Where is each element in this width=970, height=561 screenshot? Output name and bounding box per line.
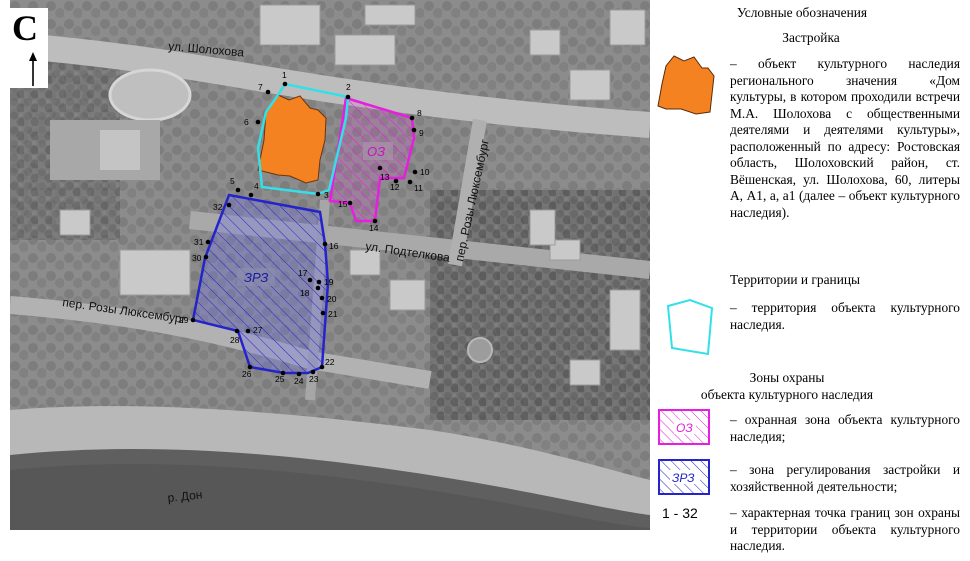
point-label-14: 14 <box>369 223 379 233</box>
point-label-28: 28 <box>230 335 240 345</box>
point-label-29: 29 <box>179 315 189 325</box>
point-label-2: 2 <box>346 82 351 92</box>
point-label-18: 18 <box>300 288 310 298</box>
point-label-22: 22 <box>325 357 335 367</box>
point-label-25: 25 <box>275 374 285 384</box>
point-marker-29 <box>190 317 196 323</box>
point-marker-32 <box>226 202 232 208</box>
point-marker-22 <box>319 364 325 370</box>
point-label-21: 21 <box>328 309 338 319</box>
point-marker-1 <box>282 81 288 87</box>
point-label-20: 20 <box>327 294 337 304</box>
point-marker-18 <box>315 285 321 291</box>
point-marker-28 <box>234 328 240 334</box>
point-marker-30 <box>203 254 209 260</box>
point-label-7: 7 <box>258 82 263 92</box>
legend-zones-heading: Зоны охраны объекта культурного наследия <box>700 370 874 402</box>
point-label-24: 24 <box>294 376 304 386</box>
point-marker-17 <box>307 277 313 283</box>
legend-points-text: – характерная точка границ зон охраны и … <box>730 505 960 553</box>
legend-building-text: – объект культурного наследия региональн… <box>730 56 960 220</box>
north-arrow-icon <box>29 52 37 86</box>
point-marker-15 <box>347 200 353 206</box>
zrz-symbol-label: ЗРЗ <box>672 471 695 485</box>
point-label-8: 8 <box>417 108 422 118</box>
point-marker-7 <box>265 89 271 95</box>
point-label-4: 4 <box>254 181 259 191</box>
point-marker-13 <box>377 165 383 171</box>
aerial-map: ул. Шолохова ул. Подтелкова пер. Розы Лю… <box>10 0 650 530</box>
point-marker-21 <box>320 310 326 316</box>
legend-building-heading: Застройка <box>782 30 840 45</box>
zone-label-oz: ОЗ <box>367 144 385 159</box>
point-label-17: 17 <box>298 268 308 278</box>
point-marker-16 <box>322 241 328 247</box>
territory-symbol-icon <box>666 298 714 356</box>
legend-oz-text: – охранная зона объекта культурного насл… <box>730 412 960 444</box>
point-marker-2 <box>345 94 351 100</box>
point-marker-4 <box>248 192 254 198</box>
legend-title: Условные обозначения <box>736 5 868 20</box>
point-label-5: 5 <box>230 176 235 186</box>
point-marker-10 <box>412 169 418 175</box>
point-marker-27 <box>245 328 251 334</box>
point-label-16: 16 <box>329 241 339 251</box>
legend-zrz-text: – зона регулирования застройки и хозяйст… <box>730 462 960 494</box>
point-label-19: 19 <box>324 277 334 287</box>
zone-label-zrz: ЗРЗ <box>244 270 268 285</box>
point-marker-6 <box>255 119 261 125</box>
point-label-13: 13 <box>380 172 390 182</box>
point-marker-3 <box>315 191 321 197</box>
point-marker-31 <box>205 239 211 245</box>
point-marker-8 <box>409 115 415 121</box>
point-marker-11 <box>407 179 413 185</box>
legend-territory-heading: Территории и границы <box>730 272 861 287</box>
point-marker-20 <box>319 295 325 301</box>
legend-point-range: 1 - 32 <box>662 505 698 521</box>
point-label-26: 26 <box>242 369 252 379</box>
point-label-9: 9 <box>419 128 424 138</box>
point-label-32: 32 <box>213 202 223 212</box>
north-indicator: С <box>8 8 48 88</box>
point-label-11: 11 <box>414 183 423 193</box>
point-marker-9 <box>411 127 417 133</box>
point-label-1: 1 <box>282 70 287 80</box>
point-label-10: 10 <box>420 167 430 177</box>
legend-territory-text: – территория объекта культурного наследи… <box>730 300 960 332</box>
point-label-23: 23 <box>309 374 319 384</box>
north-letter: С <box>12 8 38 48</box>
oz-symbol-icon: ОЗ <box>658 409 710 445</box>
square <box>108 68 192 122</box>
heritage-symbol-icon <box>657 55 715 115</box>
point-label-27: 27 <box>253 325 263 335</box>
point-label-12: 12 <box>390 182 400 192</box>
oz-symbol-label: ОЗ <box>676 421 693 435</box>
point-label-30: 30 <box>192 253 202 263</box>
point-label-6: 6 <box>244 117 249 127</box>
point-marker-5 <box>235 187 241 193</box>
point-marker-19 <box>316 279 322 285</box>
point-label-3: 3 <box>324 190 329 200</box>
legend: Условные обозначения Застройка – объект … <box>652 0 970 561</box>
point-label-15: 15 <box>338 199 348 209</box>
zrz-symbol-icon: ЗРЗ <box>658 459 710 495</box>
point-label-31: 31 <box>194 237 204 247</box>
